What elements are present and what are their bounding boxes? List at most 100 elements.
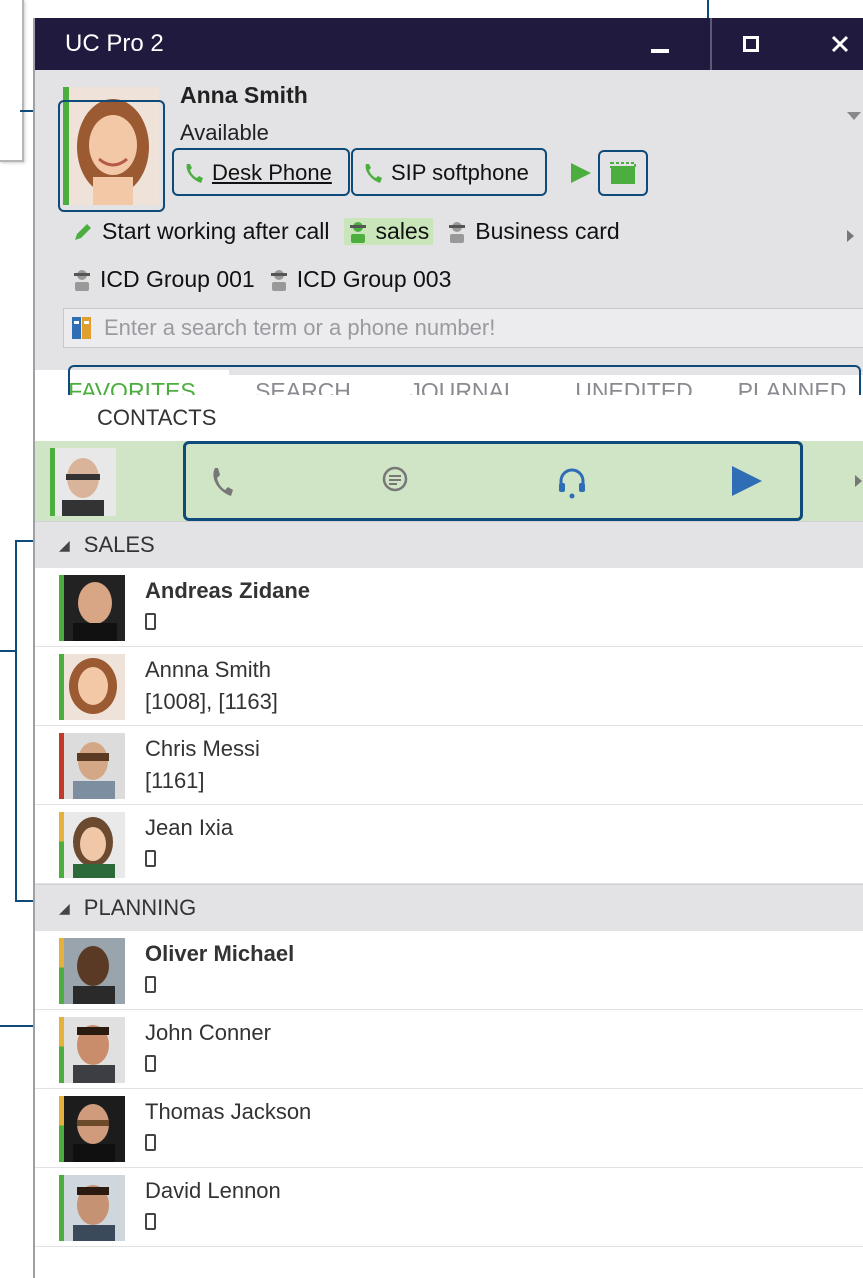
sales-chip[interactable]: sales — [343, 218, 434, 245]
title-separator — [710, 18, 712, 70]
person-image-icon — [59, 654, 125, 720]
maximize-button[interactable] — [721, 18, 781, 70]
status-chips: Start working after call sales Business … — [72, 218, 634, 245]
contacts-header: CONTACTS — [35, 395, 863, 441]
maximize-icon — [743, 36, 759, 52]
agent-gray-icon — [449, 221, 466, 243]
mobile-icon — [145, 973, 156, 999]
search-input[interactable]: Enter a search term or a phone number! — [63, 308, 863, 348]
collapse-triangle-icon: ◢ — [59, 899, 70, 916]
device-play-button[interactable] — [567, 148, 593, 198]
person-image-icon — [59, 812, 125, 878]
contact-photo — [59, 654, 125, 720]
list-item[interactable]: Andreas Zidane — [35, 568, 863, 647]
contact-name: Thomas Jackson — [145, 1099, 312, 1124]
mobile-icon — [145, 1052, 156, 1078]
user-status: Available — [180, 120, 269, 145]
presence-bar — [59, 1175, 64, 1241]
contact-name: Annna Smith — [145, 657, 271, 682]
contact-name: David Lennon — [145, 1178, 281, 1203]
sales-label: sales — [375, 218, 430, 244]
mobile-icon — [145, 847, 156, 873]
minimize-icon — [651, 49, 669, 53]
contact-row-active[interactable] — [35, 441, 863, 521]
row-more-icon[interactable] — [855, 475, 862, 487]
call-icon[interactable] — [207, 465, 237, 499]
calendar-button[interactable] — [598, 148, 648, 198]
list-item[interactable]: Annna Smith [1008], [1163] — [35, 647, 863, 726]
contact-photo — [59, 812, 125, 878]
group-header-sales[interactable]: ◢ SALES — [35, 521, 863, 568]
group-header-planning[interactable]: ◢ PLANNING — [35, 884, 863, 931]
contact-status-bar — [50, 448, 55, 516]
list-item[interactable]: Oliver Michael — [35, 931, 863, 1010]
icd-group-003-label: ICD Group 003 — [296, 266, 452, 292]
favorites-list: CONTACTS ◢ SALES Andreas Zidane Annna Sm… — [35, 395, 863, 1247]
sip-softphone-device[interactable]: SIP softphone — [351, 148, 547, 198]
callout-frame-calendar — [598, 150, 648, 196]
mobile-icon — [145, 1210, 156, 1236]
callout-frame-desk-phone — [172, 148, 350, 196]
start-working-chip[interactable]: Start working after call — [72, 218, 330, 245]
icd-groups: ICD Group 001 ICD Group 003 — [72, 266, 465, 293]
window-title: UC Pro 2 — [65, 30, 164, 57]
list-item[interactable]: Jean Ixia — [35, 805, 863, 884]
user-name: Anna Smith — [180, 82, 308, 108]
chat-icon[interactable] — [380, 465, 410, 495]
person-image-icon — [59, 938, 125, 1004]
person-image-icon — [59, 1175, 125, 1241]
close-button[interactable] — [810, 18, 863, 70]
icd-group-001-label: ICD Group 001 — [100, 266, 255, 292]
list-item[interactable]: John Conner — [35, 1010, 863, 1089]
contact-name: Oliver Michael — [145, 941, 295, 966]
business-card-chip[interactable]: Business card — [447, 218, 620, 245]
agent-icon — [349, 221, 366, 243]
chips-more-icon[interactable] — [847, 230, 854, 242]
contact-extensions: [1008], [1163] — [145, 689, 278, 714]
contact-extensions: [1161] — [145, 768, 205, 793]
close-icon — [831, 35, 849, 53]
person-image-icon — [59, 575, 125, 641]
collapse-triangle-icon: ◢ — [59, 536, 70, 553]
contact-name: Andreas Zidane — [145, 578, 311, 603]
presence-bar — [59, 654, 64, 720]
contact-photo — [59, 733, 125, 799]
callout-line-sales-v — [15, 540, 17, 902]
group-agent-icon — [270, 269, 287, 291]
start-working-label: Start working after call — [102, 218, 330, 244]
callout-frame-sip — [351, 148, 547, 196]
callout-line-sales-stub — [0, 650, 17, 652]
presence-bar — [59, 1096, 64, 1162]
group-title-sales: SALES — [83, 532, 155, 557]
callout-frame-avatar — [58, 100, 165, 212]
person-image-icon — [59, 733, 125, 799]
headset-icon[interactable] — [555, 465, 589, 499]
mobile-icon — [145, 1131, 156, 1157]
person-image-icon — [59, 1017, 125, 1083]
list-item[interactable]: Chris Messi [1161] — [35, 726, 863, 805]
icd-group-001-chip[interactable]: ICD Group 001 — [72, 266, 255, 293]
contact-photo — [59, 575, 125, 641]
uc-pro-window: UC Pro 2 Anna Smith Available Desk Phone… — [33, 18, 863, 1278]
presence-bar — [59, 733, 64, 799]
contact-name: John Conner — [145, 1020, 271, 1045]
minimize-button[interactable] — [630, 18, 690, 70]
person-image-icon — [50, 448, 116, 516]
person-image-icon — [59, 1096, 125, 1162]
presence-bar — [59, 938, 64, 1004]
group-title-planning: PLANNING — [83, 895, 197, 920]
icd-group-003-chip[interactable]: ICD Group 003 — [269, 266, 452, 293]
contact-name: Jean Ixia — [145, 815, 234, 840]
play-blue-icon[interactable] — [728, 463, 764, 499]
contact-photo — [59, 938, 125, 1004]
contact-photo — [59, 1017, 125, 1083]
title-bar: UC Pro 2 — [35, 18, 863, 70]
list-item[interactable]: David Lennon — [35, 1168, 863, 1247]
presence-bar — [59, 812, 64, 878]
pencil-icon — [75, 223, 91, 240]
header-dropdown-icon[interactable] — [847, 112, 861, 120]
play-green-icon — [571, 163, 591, 183]
presence-bar — [59, 1017, 64, 1083]
list-item[interactable]: Thomas Jackson — [35, 1089, 863, 1168]
desk-phone-device[interactable]: Desk Phone — [172, 148, 350, 198]
